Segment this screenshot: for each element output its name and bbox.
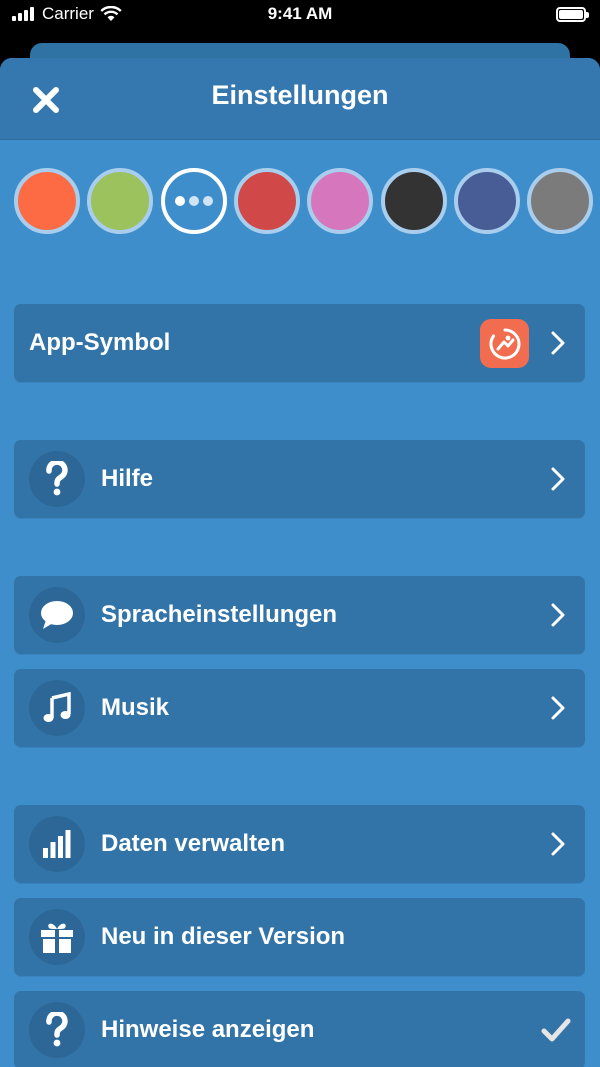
gift-icon: [29, 909, 85, 965]
music-note-icon: [29, 680, 85, 736]
color-swatch-black[interactable]: [381, 168, 447, 234]
settings-row-app-icon[interactable]: App-Symbol: [14, 304, 585, 382]
settings-row-help[interactable]: Hilfe: [14, 440, 585, 518]
chevron-right-icon: [551, 603, 565, 627]
color-swatch-green[interactable]: [87, 168, 153, 234]
question-icon: [29, 451, 85, 507]
status-bar: Carrier 9:41 AM: [0, 0, 600, 34]
settings-row-label: Hilfe: [101, 465, 154, 492]
chevron-right-icon: [551, 696, 565, 720]
settings-row-label: App-Symbol: [29, 329, 171, 356]
battery-icon: [556, 7, 589, 22]
color-swatch-orange[interactable]: [14, 168, 80, 234]
color-swatch-gray[interactable]: [527, 168, 593, 234]
settings-row-speech[interactable]: Spracheinstellungen: [14, 576, 585, 654]
speech-bubble-icon: [29, 587, 85, 643]
settings-row-manage-data[interactable]: Daten verwalten: [14, 805, 585, 883]
color-picker: [14, 168, 600, 234]
settings-row-label: Neu in dieser Version: [101, 923, 346, 950]
chevron-right-icon: [551, 832, 565, 856]
color-swatch-pink[interactable]: [307, 168, 373, 234]
settings-row-show-hints[interactable]: Hinweise anzeigen: [14, 991, 585, 1067]
bar-chart-icon: [29, 816, 85, 872]
color-swatch-red[interactable]: [234, 168, 300, 234]
settings-row-label: Musik: [101, 694, 170, 721]
navigation-bar: Einstellungen: [0, 58, 600, 140]
settings-sheet: Einstellungen App-Symbol Hilfe Sprachein…: [0, 58, 600, 1067]
page-title: Einstellungen: [211, 80, 389, 110]
settings-row-label: Spracheinstellungen: [101, 601, 338, 628]
chevron-right-icon: [551, 331, 565, 355]
settings-row-label: Daten verwalten: [101, 830, 286, 857]
app-icon-thumbnail: [480, 319, 529, 368]
checkmark-icon: [541, 1018, 571, 1042]
chevron-right-icon: [551, 467, 565, 491]
more-dots-icon: [165, 196, 223, 206]
settings-row-music[interactable]: Musik: [14, 669, 585, 747]
status-time: 9:41 AM: [267, 4, 333, 23]
question-icon: [29, 1002, 85, 1058]
settings-row-label: Hinweise anzeigen: [101, 1016, 315, 1043]
color-swatch-more[interactable]: [161, 168, 227, 234]
settings-row-whats-new[interactable]: Neu in dieser Version: [14, 898, 585, 976]
color-swatch-navy[interactable]: [454, 168, 520, 234]
